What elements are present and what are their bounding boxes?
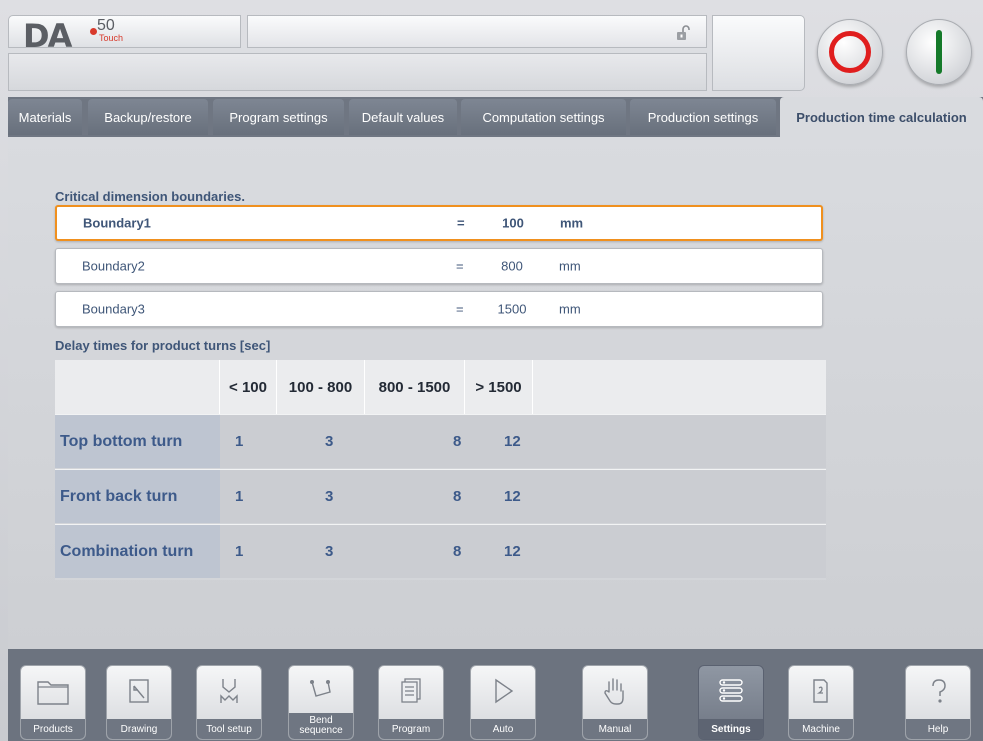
table-cell[interactable]: 3 <box>325 470 333 523</box>
param-unit: mm <box>560 215 584 231</box>
tab-default-values[interactable]: Default values <box>349 99 457 135</box>
settings-content: Critical dimension boundaries. Boundary1… <box>8 137 983 649</box>
header-cell: 800 - 1500 <box>365 360 465 414</box>
param-unit: mm <box>559 301 581 317</box>
tab-program-settings[interactable]: Program settings <box>213 99 344 135</box>
table-cell[interactable]: 12 <box>504 470 521 523</box>
delay-times-table: < 100 100 - 800 800 - 1500 > 1500 Top bo… <box>55 360 826 580</box>
nav-label: Bend sequence <box>289 713 353 739</box>
tab-production-time-calculation[interactable]: Production time calculation <box>780 97 983 137</box>
bottom-nav-bar: Products Drawing Tool setup Bend sequenc… <box>8 649 983 741</box>
nav-label: Manual <box>583 719 647 739</box>
nav-auto-button[interactable]: Auto <box>470 665 536 740</box>
delay-times-title: Delay times for product turns [sec] <box>55 338 271 353</box>
nav-machine-button[interactable]: Machine <box>788 665 854 740</box>
status-panel <box>712 15 805 91</box>
logo-sub: Touch <box>99 33 124 43</box>
row-label: Top bottom turn <box>55 415 220 468</box>
param-value[interactable]: 1500 <box>481 302 543 317</box>
header-cell: > 1500 <box>465 360 533 414</box>
row-label: Front back turn <box>55 470 220 523</box>
nav-settings-button[interactable]: Settings <box>698 665 764 740</box>
start-button[interactable] <box>906 19 972 85</box>
table-row: Top bottom turn 1 3 8 12 <box>55 414 826 468</box>
boundary1-row[interactable]: Boundary1 = 100 mm <box>55 205 823 241</box>
table-row: Front back turn 1 3 8 12 <box>55 469 826 523</box>
folder-icon <box>37 681 69 705</box>
table-cell[interactable]: 8 <box>453 525 461 578</box>
nav-label: Machine <box>789 719 853 739</box>
table-cell[interactable]: 8 <box>453 415 461 468</box>
drawing-icon <box>129 679 149 703</box>
nav-bend-sequence-button[interactable]: Bend sequence <box>288 665 354 740</box>
bend-sequence-icon <box>310 680 331 697</box>
param-equals: = <box>456 301 464 317</box>
boundary3-row[interactable]: Boundary3 = 1500 mm <box>55 291 823 327</box>
tab-materials[interactable]: Materials <box>8 99 82 135</box>
table-cell[interactable]: 1 <box>235 525 243 578</box>
param-name: Boundary2 <box>82 258 145 274</box>
header-corner <box>55 360 220 414</box>
param-equals: = <box>457 215 465 231</box>
status-bar <box>8 53 707 91</box>
unlock-icon[interactable] <box>676 25 690 46</box>
nav-label: Settings <box>699 719 763 739</box>
tool-setup-icon <box>220 679 238 703</box>
header-cell: 100 - 800 <box>277 360 365 414</box>
param-value[interactable]: 100 <box>482 216 544 231</box>
nav-products-button[interactable]: Products <box>20 665 86 740</box>
table-cell[interactable]: 1 <box>235 415 243 468</box>
program-icon <box>401 678 421 703</box>
param-name: Boundary1 <box>83 215 151 231</box>
settings-tab-bar: Materials Backup/restore Program setting… <box>8 97 983 137</box>
app-frame: DA 50 Touch Materials Backup/restore Pro… <box>0 0 983 741</box>
tab-backup-restore[interactable]: Backup/restore <box>88 99 208 135</box>
param-equals: = <box>456 258 464 274</box>
start-icon <box>936 30 942 74</box>
logo-brand: DA <box>23 17 72 55</box>
hand-icon <box>604 678 624 705</box>
boundary2-row[interactable]: Boundary2 = 800 mm <box>55 248 823 284</box>
play-icon <box>495 678 514 704</box>
table-cell[interactable]: 12 <box>504 525 521 578</box>
table-cell[interactable]: 12 <box>504 415 521 468</box>
logo: DA 50 Touch <box>8 15 241 55</box>
nav-label: Tool setup <box>197 719 261 739</box>
nav-label: Program <box>379 719 443 739</box>
table-cell[interactable]: 8 <box>453 470 461 523</box>
machine-icon <box>813 679 828 703</box>
table-cell[interactable]: 3 <box>325 525 333 578</box>
settings-list-icon <box>719 679 743 702</box>
param-name: Boundary3 <box>82 301 145 317</box>
logo-dot <box>90 28 97 35</box>
nav-tool-setup-button[interactable]: Tool setup <box>196 665 262 740</box>
message-bar <box>247 15 707 48</box>
nav-help-button[interactable]: Help <box>905 665 971 740</box>
nav-label: Help <box>906 719 970 739</box>
help-icon <box>932 679 946 703</box>
nav-label: Products <box>21 719 85 739</box>
table-cell[interactable]: 3 <box>325 415 333 468</box>
nav-drawing-button[interactable]: Drawing <box>106 665 172 740</box>
tab-production-settings[interactable]: Production settings <box>630 99 776 135</box>
stop-button[interactable] <box>817 19 883 85</box>
table-cell[interactable]: 1 <box>235 470 243 523</box>
param-value[interactable]: 800 <box>481 259 543 274</box>
nav-manual-button[interactable]: Manual <box>582 665 648 740</box>
nav-label: Auto <box>471 719 535 739</box>
tab-computation-settings[interactable]: Computation settings <box>461 99 626 135</box>
nav-label: Drawing <box>107 719 171 739</box>
row-label: Combination turn <box>55 525 220 578</box>
header-cell: < 100 <box>220 360 277 414</box>
nav-program-button[interactable]: Program <box>378 665 444 740</box>
table-row: Combination turn 1 3 8 12 <box>55 524 826 578</box>
param-unit: mm <box>559 258 581 274</box>
table-header: < 100 100 - 800 800 - 1500 > 1500 <box>55 360 826 414</box>
critical-boundaries-title: Critical dimension boundaries. <box>55 189 245 204</box>
stop-icon <box>829 31 871 73</box>
